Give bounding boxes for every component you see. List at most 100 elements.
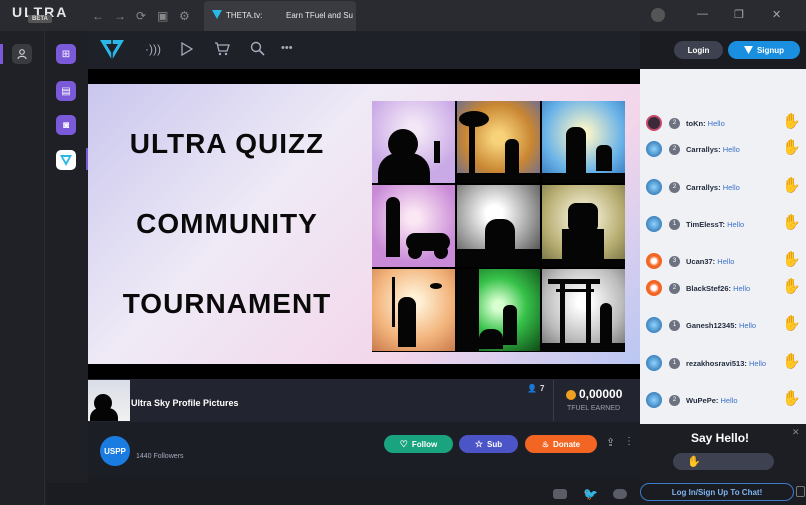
pfp-wolf: [457, 185, 540, 267]
chat-text: Hello: [722, 145, 740, 154]
flame-icon: ♨: [541, 439, 550, 449]
play-icon[interactable]: [181, 41, 194, 61]
signup-label: Signup: [756, 45, 785, 55]
discord-icon[interactable]: [613, 489, 627, 499]
follow-button[interactable]: ♡ Follow: [384, 435, 453, 453]
minimize-icon[interactable]: —: [697, 8, 708, 20]
gear-icon[interactable]: ⚙: [179, 9, 190, 23]
banner-line-1: ULTRA QUIZZ: [129, 128, 325, 159]
user-avatar: [646, 179, 662, 195]
tfuel-label: TFUEL EARNED: [567, 405, 621, 412]
more-vertical-icon[interactable]: ⋮: [624, 436, 634, 447]
wave-icon[interactable]: ✋: [782, 352, 801, 370]
user-avatar: [646, 253, 662, 269]
level-badge: 1: [669, 358, 680, 369]
pfp-gamer: [372, 101, 455, 183]
user-avatar: [646, 216, 662, 232]
stream-banner: ULTRA QUIZZ COMMUNITY TOURNAMENT: [88, 84, 640, 364]
banner-line-3: TOURNAMENT: [122, 288, 332, 319]
chat-username[interactable]: Ucan37:: [686, 257, 715, 266]
chat-panel: 2 toKn: Hello ✋ 2 Carrallys: Hello ✋ 2 C…: [640, 69, 806, 424]
chat-text: Hello: [722, 183, 740, 192]
stream-title: Ultra Sky Profile Pictures: [131, 398, 239, 408]
login-to-chat-button[interactable]: Log In/Sign Up To Chat!: [640, 483, 794, 501]
wave-icon[interactable]: ✋: [782, 138, 801, 156]
wave-icon[interactable]: ✋: [782, 213, 801, 231]
tfuel-amount: 0,00000: [579, 387, 623, 401]
chat-text: Hello: [717, 257, 735, 266]
live-icon[interactable]: ·))): [145, 42, 161, 56]
pfp-torii: [542, 269, 625, 351]
pfp-knight: [542, 101, 625, 183]
channel-avatar[interactable]: USPP: [100, 436, 130, 466]
chat-username[interactable]: toKn:: [686, 119, 706, 128]
level-badge: 1: [669, 219, 680, 230]
twitter-icon[interactable]: 🐦: [583, 487, 598, 501]
chat-username[interactable]: Ganesh12345:: [686, 321, 737, 330]
browser-tab[interactable]: THETA.tv: Earn TFuel and Su: [204, 1, 356, 31]
wave-button[interactable]: ✋: [673, 453, 774, 470]
user-avatar: [646, 141, 662, 157]
pfp-samurai: [372, 269, 455, 351]
viewer-count-value: 7: [539, 384, 545, 393]
maximize-icon[interactable]: ❐: [734, 8, 744, 21]
level-badge: 2: [669, 395, 680, 406]
rail-active-indicator: [0, 44, 3, 64]
theta-icon: [212, 10, 222, 19]
chat-username[interactable]: Carrallys:: [686, 183, 721, 192]
user-icon[interactable]: [12, 44, 32, 64]
chat-username[interactable]: WuPePe:: [686, 396, 718, 405]
chat-text: Hello: [748, 359, 767, 368]
chat-message: 2 Carrallys: Hello ✋: [646, 139, 806, 159]
search-icon[interactable]: [250, 41, 266, 62]
tab-subtitle: Earn TFuel and Su: [286, 11, 354, 20]
chat-username[interactable]: BlackStef26:: [686, 284, 731, 293]
beta-badge: BETA: [28, 15, 52, 23]
chat-message: 1 rezakhosravi513: Hello ✋: [646, 353, 806, 373]
user-avatar: [646, 115, 662, 131]
theta-app-icon[interactable]: [56, 150, 76, 170]
wave-icon[interactable]: ✋: [782, 314, 801, 332]
stream-thumbnail[interactable]: [88, 380, 130, 421]
chat-message: 2 BlackStef26: Hello ✋: [646, 278, 806, 298]
forward-icon[interactable]: →: [114, 9, 126, 23]
signup-button[interactable]: Signup: [728, 41, 800, 59]
viewer-icon: 👤: [527, 384, 537, 393]
chat-username[interactable]: Carrallys:: [686, 145, 721, 154]
profile-icon[interactable]: [651, 8, 665, 22]
wave-icon[interactable]: ✋: [782, 277, 801, 295]
chat-message: 2 WuPePe: Hello ✋: [646, 390, 806, 410]
follower-count: 1440 Followers: [136, 453, 184, 460]
close-icon[interactable]: ✕: [772, 8, 781, 21]
chat-message: 2 Carrallys: Hello ✋: [646, 177, 806, 197]
more-icon[interactable]: •••: [281, 42, 293, 54]
wave-icon: ✋: [687, 456, 701, 468]
controller-icon[interactable]: ◙: [56, 115, 76, 135]
sub-button[interactable]: ☆ Sub: [459, 435, 518, 453]
chat-settings-icon[interactable]: [796, 486, 805, 497]
cart-icon[interactable]: [214, 42, 230, 61]
donate-button[interactable]: ♨ Donate: [525, 435, 597, 453]
wallet-icon[interactable]: ▤: [56, 81, 76, 101]
chat-message: 2 toKn: Hello ✋: [646, 113, 806, 133]
back-icon[interactable]: ←: [92, 9, 104, 23]
games-icon[interactable]: ⊞: [56, 44, 76, 64]
wave-icon[interactable]: ✋: [782, 176, 801, 194]
social-row: [47, 483, 640, 505]
level-badge: 3: [669, 256, 680, 267]
wave-icon[interactable]: ✋: [782, 112, 801, 130]
chat-username[interactable]: TimElessT:: [686, 220, 725, 229]
wave-icon[interactable]: ✋: [782, 389, 801, 407]
chat-username[interactable]: rezakhosravi513:: [686, 359, 747, 368]
chat-text: Hello: [738, 321, 757, 330]
close-icon[interactable]: ✕: [792, 427, 800, 438]
gamepad-icon[interactable]: ▣: [157, 9, 168, 23]
reload-icon[interactable]: ⟳: [136, 9, 146, 23]
say-hello-title: Say Hello!: [691, 431, 750, 445]
banner-line-2: COMMUNITY: [136, 208, 318, 239]
login-button[interactable]: Login: [674, 41, 723, 59]
youtube-icon[interactable]: [553, 489, 567, 499]
wave-icon[interactable]: ✋: [782, 250, 801, 268]
theta-logo[interactable]: [99, 39, 125, 66]
share-icon[interactable]: ⇪: [606, 436, 615, 449]
